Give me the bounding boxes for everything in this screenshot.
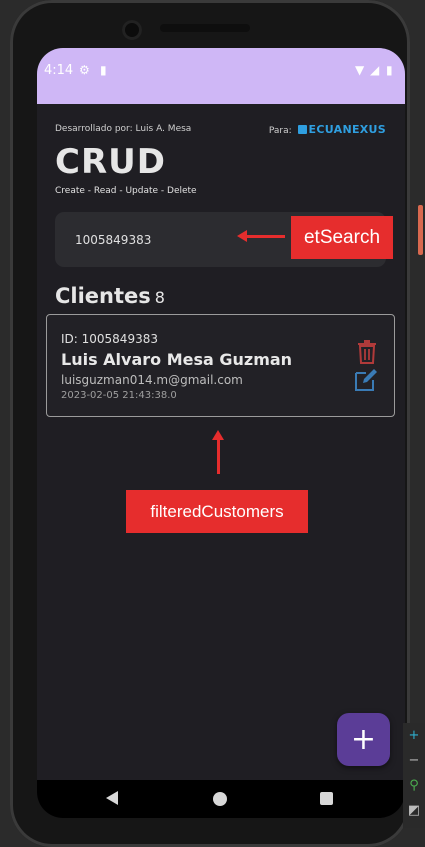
clientes-count: 8 bbox=[154, 288, 165, 307]
annotation-arrow-up bbox=[212, 430, 224, 474]
speaker-grille bbox=[160, 24, 250, 32]
settings-icon: ⚙ bbox=[79, 63, 90, 77]
clientes-title: Clientes bbox=[55, 284, 151, 308]
edit-icon[interactable] bbox=[354, 368, 378, 392]
ecuanexus-logo-icon bbox=[297, 125, 307, 134]
customer-name: Luis Alvaro Mesa Guzman bbox=[61, 350, 293, 369]
navigation-bar bbox=[37, 780, 405, 818]
customer-email: luisguzman014.m@gmail.com bbox=[61, 373, 243, 387]
para-label: Para: bbox=[268, 126, 292, 136]
annotation-label-filteredcustomers: filteredCustomers bbox=[126, 490, 308, 533]
page-title: CRUD bbox=[55, 142, 166, 182]
home-icon[interactable] bbox=[213, 792, 227, 806]
annotation-arrow-left bbox=[237, 230, 285, 242]
status-bar: 4:14 ⚙ ▮ ▼ ◢ ▮ bbox=[37, 48, 405, 104]
sd-card-icon: ▮ bbox=[100, 63, 107, 77]
power-button[interactable] bbox=[418, 205, 423, 255]
customer-id: ID: 1005849383 bbox=[61, 332, 158, 346]
emulator-toolbar: + − ⚲ ◩ bbox=[403, 723, 425, 828]
add-customer-button[interactable]: + bbox=[337, 713, 390, 766]
resize-icon[interactable]: ◩ bbox=[403, 798, 425, 823]
battery-icon: ▮ bbox=[386, 63, 393, 77]
zoom-out-icon[interactable]: − bbox=[403, 748, 425, 773]
phone-frame: 4:14 ⚙ ▮ ▼ ◢ ▮ Desarrollado por: Luis A.… bbox=[10, 0, 423, 847]
clientes-heading: Clientes 8 bbox=[55, 284, 165, 308]
brand-credit: Para: ECUANEXUS bbox=[269, 123, 386, 136]
signal-icon: ◢ bbox=[370, 63, 380, 77]
developer-credit: Desarrollado por: Luis A. Mesa bbox=[55, 124, 192, 134]
annotation-label-etsearch: etSearch bbox=[291, 216, 393, 259]
back-icon[interactable] bbox=[106, 791, 118, 805]
screen: 4:14 ⚙ ▮ ▼ ◢ ▮ Desarrollado por: Luis A.… bbox=[37, 48, 405, 818]
delete-icon[interactable] bbox=[356, 340, 378, 364]
search-container: etSearch bbox=[55, 212, 393, 267]
customer-date: 2023-02-05 21:43:38.0 bbox=[61, 390, 177, 401]
magnifier-icon[interactable]: ⚲ bbox=[403, 773, 425, 798]
customer-card[interactable]: ID: 1005849383 Luis Alvaro Mesa Guzman l… bbox=[46, 314, 395, 417]
zoom-in-icon[interactable]: + bbox=[403, 723, 425, 748]
recents-icon[interactable] bbox=[320, 792, 333, 805]
camera-icon bbox=[122, 20, 142, 40]
wifi-icon: ▼ bbox=[355, 63, 365, 77]
status-time: 4:14 bbox=[44, 63, 74, 78]
main-content: Desarrollado por: Luis A. Mesa Para: ECU… bbox=[37, 104, 405, 780]
brand-name: ECUANEXUS bbox=[308, 123, 386, 136]
search-input[interactable] bbox=[73, 226, 257, 254]
page-subtitle: Create - Read - Update - Delete bbox=[55, 186, 197, 196]
